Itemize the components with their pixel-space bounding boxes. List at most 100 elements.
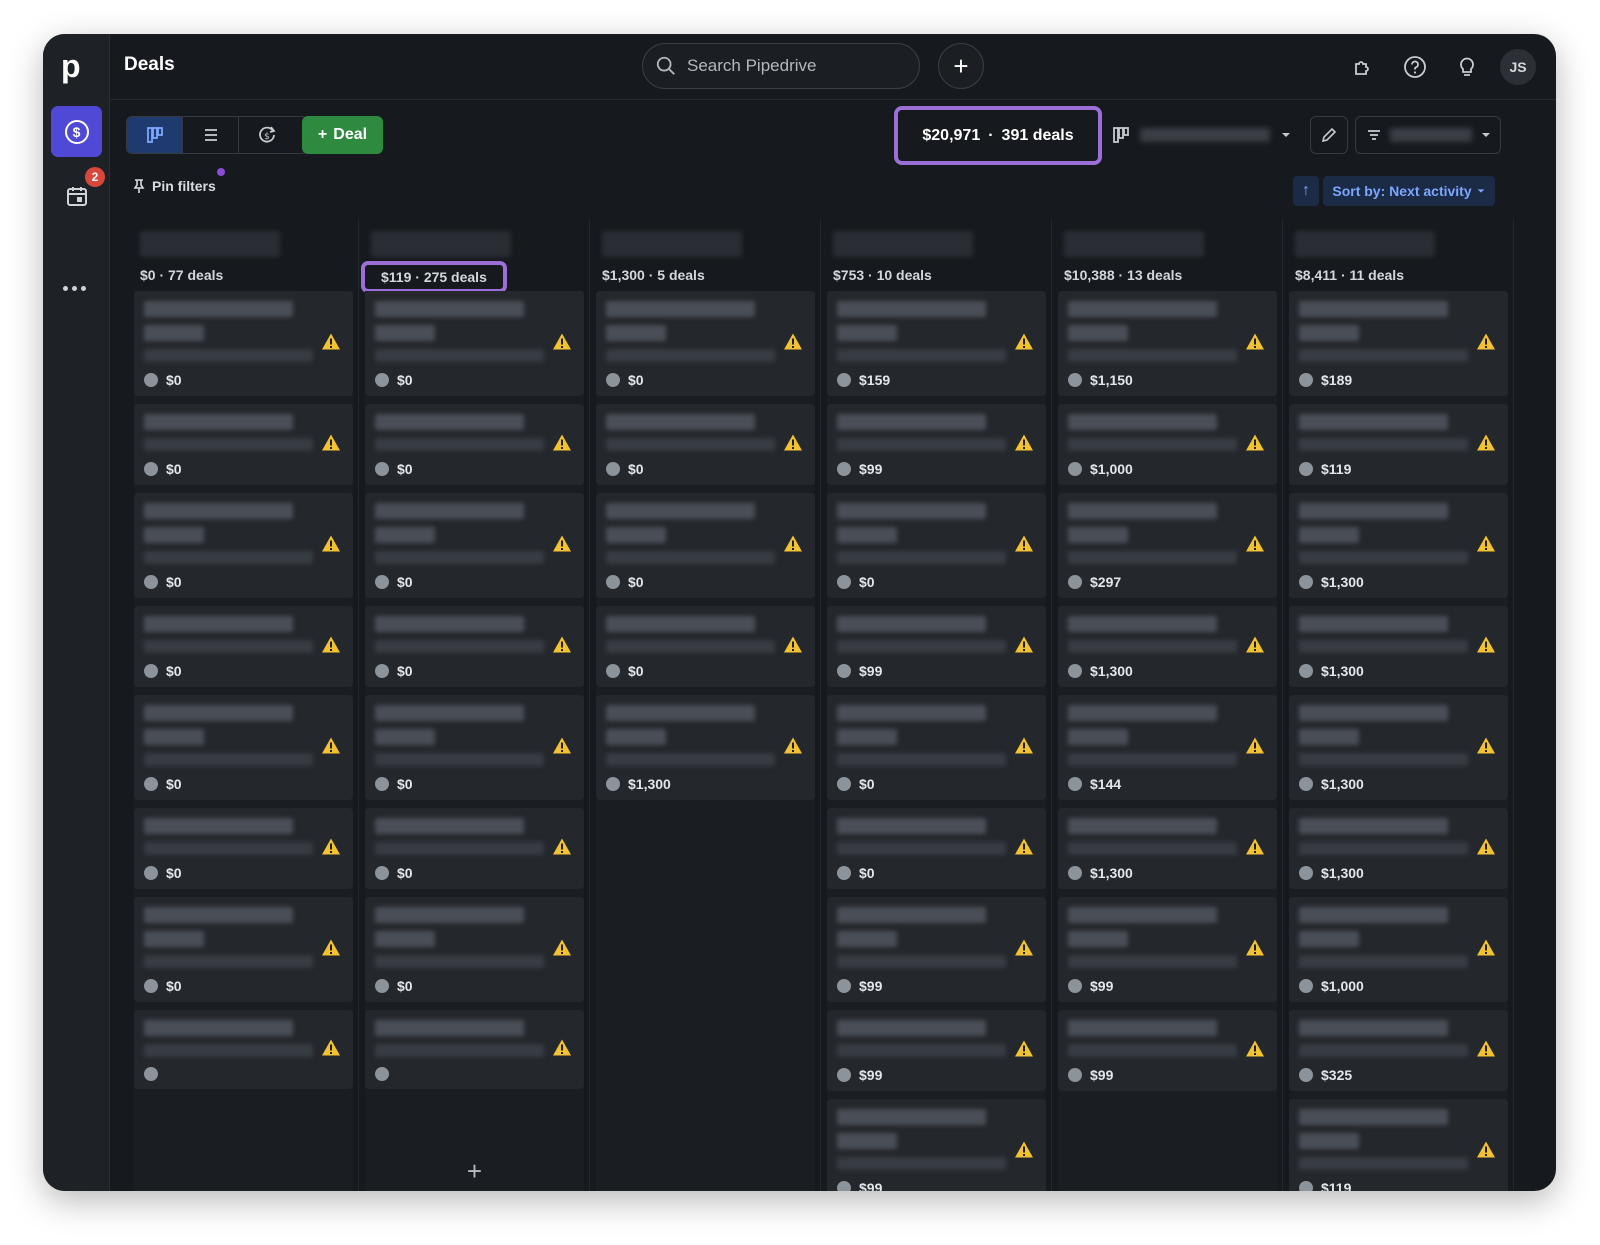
stage-column: $119 · 275 deals $0 $0 $0 $0 $0 $0 $0 + bbox=[359, 219, 590, 1191]
sort-direction-button[interactable]: ↑ bbox=[1293, 176, 1319, 206]
deal-card[interactable]: $0 bbox=[134, 808, 353, 889]
person-icon bbox=[1299, 866, 1313, 880]
deal-card[interactable]: $99 bbox=[1058, 897, 1277, 1002]
deal-card[interactable]: $119 bbox=[1289, 1099, 1508, 1191]
deal-card[interactable]: $1,000 bbox=[1289, 897, 1508, 1002]
deal-card[interactable]: $99 bbox=[827, 404, 1046, 485]
deal-card[interactable]: $0 bbox=[365, 291, 584, 396]
deal-subtitle-blurred bbox=[837, 842, 1007, 855]
deal-subtitle-blurred bbox=[144, 349, 314, 362]
user-avatar[interactable]: JS bbox=[1500, 49, 1536, 85]
deal-subtitle-blurred bbox=[1068, 640, 1238, 653]
kanban-icon bbox=[146, 127, 163, 143]
deal-subtitle-blurred bbox=[1299, 753, 1469, 766]
deal-card[interactable]: $1,300 bbox=[1058, 808, 1277, 889]
deal-card[interactable]: $0 bbox=[134, 291, 353, 396]
deal-card[interactable]: $297 bbox=[1058, 493, 1277, 598]
deal-card[interactable]: $0 bbox=[827, 493, 1046, 598]
more-icon[interactable] bbox=[63, 286, 86, 291]
deal-card[interactable]: $99 bbox=[827, 897, 1046, 1002]
deal-card[interactable]: $99 bbox=[1058, 1010, 1277, 1091]
filter-select[interactable] bbox=[1355, 116, 1501, 154]
quick-add-button[interactable]: + bbox=[938, 43, 984, 89]
deal-value-row: $99 bbox=[837, 1180, 1036, 1191]
forecast-icon: $ bbox=[259, 126, 276, 143]
warning-icon bbox=[1245, 837, 1265, 860]
deal-card[interactable]: $0 bbox=[365, 897, 584, 1002]
stage-cards: $189 $119 $1,300 $1,300 $1,300 $1,300 $1,000 $3… bbox=[1289, 291, 1508, 1191]
deals-summary: $20,971 · 391 deals bbox=[894, 106, 1102, 165]
deal-card[interactable]: $0 bbox=[365, 404, 584, 485]
deal-card[interactable]: $1,300 bbox=[596, 695, 815, 800]
search-input[interactable]: Search Pipedrive bbox=[642, 43, 920, 89]
pipedrive-logo[interactable]: p bbox=[61, 50, 81, 82]
deal-card[interactable]: $0 bbox=[827, 808, 1046, 889]
deal-card[interactable]: $0 bbox=[365, 695, 584, 800]
deal-card[interactable] bbox=[134, 1010, 353, 1089]
deal-card[interactable]: $144 bbox=[1058, 695, 1277, 800]
tips-button[interactable] bbox=[1448, 48, 1486, 86]
deal-card[interactable]: $0 bbox=[134, 493, 353, 598]
deal-card[interactable]: $99 bbox=[827, 1010, 1046, 1091]
deal-title-blurred bbox=[375, 1020, 525, 1036]
edit-pipeline-button[interactable] bbox=[1310, 116, 1348, 154]
deal-card[interactable]: $159 bbox=[827, 291, 1046, 396]
deal-card[interactable]: $1,000 bbox=[1058, 404, 1277, 485]
list-view-button[interactable] bbox=[183, 117, 239, 153]
deal-card[interactable]: $0 bbox=[827, 695, 1046, 800]
deal-title-blurred bbox=[837, 414, 987, 430]
deal-title-blurred bbox=[837, 616, 987, 632]
add-card-button[interactable]: + bbox=[365, 1151, 584, 1191]
deal-card[interactable]: $1,300 bbox=[1058, 606, 1277, 687]
deal-card[interactable]: $119 bbox=[1289, 404, 1508, 485]
deal-card[interactable]: $1,300 bbox=[1289, 606, 1508, 687]
warning-icon bbox=[1245, 736, 1265, 759]
deal-value: $0 bbox=[628, 663, 644, 679]
forecast-view-button[interactable]: $ bbox=[239, 117, 295, 153]
deal-card[interactable]: $99 bbox=[827, 1099, 1046, 1191]
deal-card[interactable]: $0 bbox=[365, 493, 584, 598]
deal-card[interactable]: $1,300 bbox=[1289, 493, 1508, 598]
deal-value: $297 bbox=[1090, 574, 1122, 590]
deal-title-blurred bbox=[1299, 818, 1449, 834]
deal-card[interactable]: $1,300 bbox=[1289, 808, 1508, 889]
person-icon bbox=[144, 462, 158, 476]
deal-subtitle-blurred bbox=[375, 842, 545, 855]
deal-value-row: $99 bbox=[837, 461, 1036, 477]
deal-card[interactable]: $189 bbox=[1289, 291, 1508, 396]
deal-card[interactable]: $1,300 bbox=[1289, 695, 1508, 800]
deal-card[interactable]: $99 bbox=[827, 606, 1046, 687]
sort-by-button[interactable]: Sort by: Next activity bbox=[1323, 176, 1495, 206]
help-button[interactable] bbox=[1396, 48, 1434, 86]
person-icon bbox=[837, 462, 851, 476]
deal-card[interactable]: $0 bbox=[365, 606, 584, 687]
deal-title-blurred bbox=[1299, 301, 1449, 317]
deal-card[interactable]: $0 bbox=[596, 291, 815, 396]
deal-value-row: $0 bbox=[144, 978, 343, 994]
pin-filters-button[interactable]: Pin filters bbox=[132, 178, 216, 194]
deals-nav-button[interactable]: $ bbox=[51, 106, 102, 157]
deal-card[interactable] bbox=[365, 1010, 584, 1089]
stage-column: $1,300 · 5 deals $0 $0 $0 $0 $1,300 bbox=[590, 219, 821, 1191]
deal-subtitle-blurred bbox=[837, 438, 1007, 451]
pipeline-view-button[interactable] bbox=[127, 117, 183, 153]
deal-subtitle-blurred bbox=[375, 1044, 545, 1057]
deal-subtitle-blurred bbox=[837, 349, 1007, 362]
add-deal-button[interactable]: + Deal bbox=[302, 116, 383, 154]
person-icon bbox=[1068, 866, 1082, 880]
deal-card[interactable]: $325 bbox=[1289, 1010, 1508, 1091]
deal-card[interactable]: $0 bbox=[365, 808, 584, 889]
deal-card[interactable]: $0 bbox=[134, 404, 353, 485]
deal-card[interactable]: $0 bbox=[134, 606, 353, 687]
deal-title-blurred bbox=[144, 931, 204, 947]
deal-card[interactable]: $0 bbox=[596, 493, 815, 598]
warning-icon bbox=[321, 433, 341, 456]
deal-card[interactable]: $0 bbox=[134, 897, 353, 1002]
deal-card[interactable]: $1,150 bbox=[1058, 291, 1277, 396]
deal-card[interactable]: $0 bbox=[596, 606, 815, 687]
deal-title-blurred bbox=[1068, 818, 1218, 834]
deal-card[interactable]: $0 bbox=[596, 404, 815, 485]
pipeline-select[interactable] bbox=[1108, 116, 1306, 154]
deal-card[interactable]: $0 bbox=[134, 695, 353, 800]
extensions-button[interactable] bbox=[1344, 48, 1382, 86]
